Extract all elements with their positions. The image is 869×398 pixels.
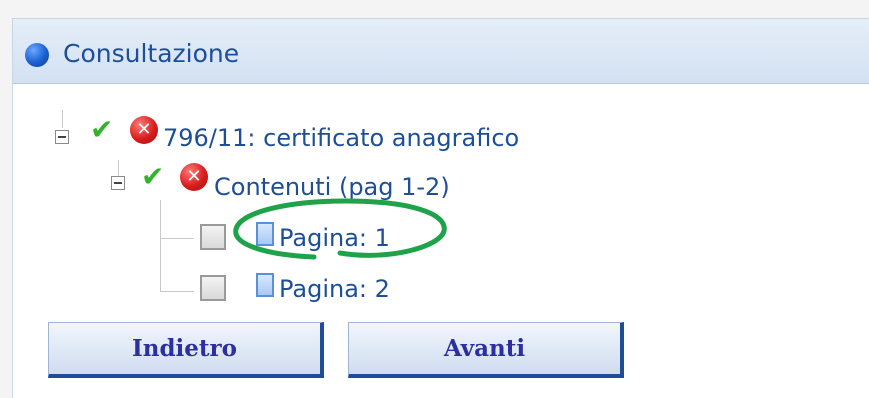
document-icon: [256, 222, 274, 246]
back-button[interactable]: Indietro: [48, 322, 324, 378]
document-icon: [256, 273, 274, 297]
tree-connector: [62, 110, 63, 128]
check-icon: ✔: [141, 160, 165, 193]
tree-node-root[interactable]: 796/11: certificato anagrafico: [163, 124, 519, 152]
page-2-checkbox[interactable]: [200, 275, 226, 301]
tree-node-contents[interactable]: Contenuti (pag 1-2): [214, 173, 450, 201]
tree-connector: [160, 238, 194, 239]
error-icon: ✕: [180, 163, 208, 191]
tree-connector: [160, 200, 161, 292]
page-2-link[interactable]: Pagina: 2: [279, 275, 390, 303]
page-1-link[interactable]: Pagina: 1: [279, 224, 390, 252]
bullet-icon: [25, 43, 49, 67]
collapse-toggle-contents[interactable]: [111, 176, 125, 190]
error-icon: ✕: [130, 116, 158, 144]
collapse-toggle-root[interactable]: [55, 130, 69, 144]
tree-connector: [160, 291, 194, 292]
page-1-checkbox[interactable]: [200, 224, 226, 250]
panel-header: Consultazione: [13, 19, 869, 84]
check-icon: ✔: [90, 113, 114, 146]
next-button[interactable]: Avanti: [348, 322, 624, 378]
panel-title: Consultazione: [63, 39, 240, 68]
